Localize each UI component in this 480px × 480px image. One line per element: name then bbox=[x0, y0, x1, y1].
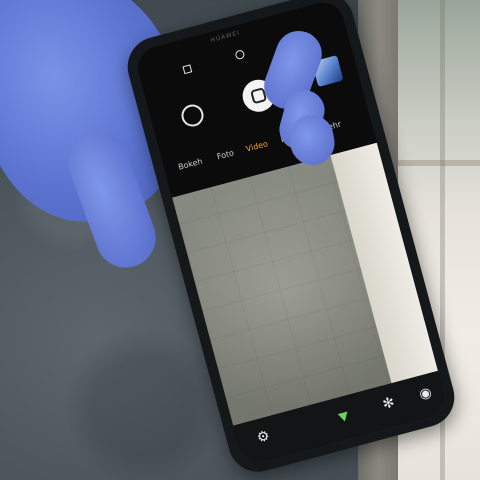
switch-camera-icon[interactable] bbox=[179, 102, 206, 129]
mode-bokeh[interactable]: Bokeh bbox=[177, 157, 203, 172]
home-icon[interactable] bbox=[234, 49, 246, 61]
settings-gear-icon[interactable]: ⚙ bbox=[255, 428, 271, 447]
mode-foto[interactable]: Foto bbox=[216, 148, 235, 161]
photo-scene: HUAWEI Bokeh Foto Video Profi Mehr ⚙ ✻ bbox=[0, 0, 480, 480]
eye-icon[interactable]: ◉ bbox=[418, 384, 434, 403]
window-frame bbox=[398, 160, 480, 166]
flash-icon[interactable]: ✻ bbox=[381, 394, 396, 412]
mode-video[interactable]: Video bbox=[245, 139, 269, 153]
recents-icon[interactable] bbox=[182, 64, 193, 75]
brand-label: HUAWEI bbox=[209, 29, 241, 45]
